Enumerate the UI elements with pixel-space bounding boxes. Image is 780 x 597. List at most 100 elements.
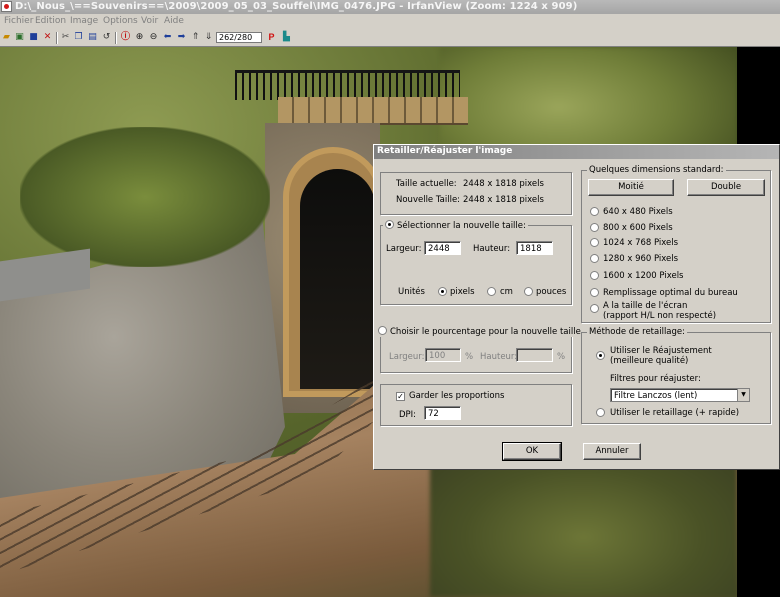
dpi-input[interactable]: 72 <box>424 406 461 420</box>
unit-cm-radio[interactable] <box>487 287 496 296</box>
resize-method-title: Méthode de retaillage: <box>587 327 687 337</box>
current-size-label: Taille actuelle: <box>396 179 457 189</box>
width-input[interactable]: 2448 <box>424 241 461 255</box>
toolbar-separator <box>115 32 117 44</box>
dialog-title: Retailler/Réajuster l'image <box>377 146 513 156</box>
size-640-radio[interactable] <box>590 207 599 216</box>
size-1024-label: 1024 x 768 Pixels <box>603 238 679 248</box>
save-icon[interactable]: ■ <box>28 32 39 43</box>
height-input[interactable]: 1818 <box>516 241 553 255</box>
bridge-fence <box>235 70 460 100</box>
unit-cm-label: cm <box>500 287 513 297</box>
percent-height-unit: % <box>557 352 566 362</box>
grass-top-left <box>20 127 270 267</box>
percent-group: Choisir le pourcentage pour la nouvelle … <box>376 326 583 373</box>
percent-height-label: Hauteur: <box>480 352 518 362</box>
undo-icon[interactable]: ↺ <box>101 32 112 43</box>
slideshow-icon[interactable]: ▣ <box>14 32 25 43</box>
dialog-title-bar[interactable]: Retailler/Réajuster l'image <box>374 145 779 159</box>
percent-width-unit: % <box>465 352 474 362</box>
standard-sizes-title: Quelques dimensions standard: <box>587 165 726 175</box>
keep-proportions-label: Garder les proportions <box>409 391 505 401</box>
resize-fast-label: Utiliser le retaillage (+ rapide) <box>610 408 740 418</box>
screen-fit-radio[interactable] <box>590 304 599 313</box>
window-title: D:\_Nous_\==Souvenirs==\2009\2009_05_03_… <box>15 1 578 12</box>
paint-icon[interactable]: P <box>266 32 277 43</box>
unit-pixels-label: pixels <box>450 287 475 297</box>
size-800-radio[interactable] <box>590 223 599 232</box>
percent-height-input[interactable] <box>516 348 553 362</box>
menu-image[interactable]: Image <box>70 16 98 26</box>
menu-edition[interactable]: Edition <box>35 16 66 26</box>
menu-aide[interactable]: Aide <box>164 16 184 26</box>
size-640-label: 640 x 480 Pixels <box>603 207 673 217</box>
filter-label: Filtres pour réajuster: <box>610 374 701 384</box>
new-size-label: Nouvelle Taille: <box>396 195 461 205</box>
page-counter[interactable]: 262/280 <box>216 32 262 43</box>
irfanview-app-icon[interactable] <box>1 1 12 12</box>
size-1600-label: 1600 x 1200 Pixels <box>603 271 684 281</box>
open-icon[interactable]: ▰ <box>1 32 12 43</box>
copy-icon[interactable]: ❐ <box>73 32 84 43</box>
menu-options[interactable]: Options <box>103 16 138 26</box>
size-1280-label: 1280 x 960 Pixels <box>603 254 679 264</box>
zoom-out-icon[interactable]: ⊖ <box>148 32 159 43</box>
menu-bar: Fichier Edition Image Options Voir Aide <box>0 14 780 30</box>
units-label: Unités <box>398 287 425 297</box>
last-icon[interactable]: ⇓ <box>203 32 214 43</box>
size-1024-radio[interactable] <box>590 238 599 247</box>
percent-width-label: Largeur: <box>389 352 425 362</box>
delete-icon[interactable]: ✕ <box>42 32 53 43</box>
width-label: Largeur: <box>386 244 422 254</box>
filter-select[interactable]: Filtre Lanczos (lent) ▼ <box>610 388 750 402</box>
percent-option[interactable]: Choisir le pourcentage pour la nouvelle … <box>376 326 583 337</box>
menu-voir[interactable]: Voir <box>141 16 158 26</box>
resize-method-group: Méthode de retaillage: Utiliser le Réaju… <box>581 327 771 424</box>
resample-radio[interactable] <box>596 351 605 360</box>
menu-fichier[interactable]: Fichier <box>4 16 33 26</box>
cut-icon[interactable]: ✂ <box>60 32 71 43</box>
keep-proportions-checkbox[interactable]: ✓ <box>396 392 405 401</box>
unit-inches-radio[interactable] <box>524 287 533 296</box>
previous-icon[interactable]: ⬅ <box>162 32 173 43</box>
size-1280-radio[interactable] <box>590 254 599 263</box>
ok-button[interactable]: OK <box>502 442 562 461</box>
unit-inches-label: pouces <box>536 287 567 297</box>
zoom-in-icon[interactable]: ⊕ <box>134 32 145 43</box>
unit-pixels-radio[interactable] <box>438 287 447 296</box>
toolbar-separator <box>56 32 58 44</box>
title-bar: D:\_Nous_\==Souvenirs==\2009\2009_05_03_… <box>0 0 780 14</box>
first-icon[interactable]: ⇑ <box>190 32 201 43</box>
half-button[interactable]: Moitié <box>588 179 674 196</box>
desktop-fit-radio[interactable] <box>590 288 599 297</box>
cancel-button[interactable]: Annuler <box>583 443 641 460</box>
double-button[interactable]: Double <box>687 179 765 196</box>
settings-icon[interactable]: ▙ <box>281 32 292 43</box>
standard-sizes-group: Quelques dimensions standard: Moitié Dou… <box>581 165 771 323</box>
new-size-radio[interactable] <box>385 220 394 229</box>
percent-radio[interactable] <box>378 326 387 335</box>
chevron-down-icon[interactable]: ▼ <box>737 389 749 401</box>
paste-icon[interactable]: ▤ <box>87 32 98 43</box>
height-label: Hauteur: <box>473 244 511 254</box>
resample-label-line2: (meilleure qualité) <box>610 356 689 366</box>
new-size-option[interactable]: Sélectionner la nouvelle taille: <box>383 220 528 231</box>
new-size-group: Sélectionner la nouvelle taille: Largeur… <box>380 220 572 305</box>
tunnel-mouth <box>300 169 375 389</box>
screen-fit-label-line1: A la taille de l'écran <box>603 301 688 311</box>
percent-width-input[interactable]: 100 <box>425 348 461 362</box>
dpi-label: DPI: <box>399 410 417 420</box>
next-icon[interactable]: ➡ <box>176 32 187 43</box>
proportions-group: ✓ Garder les proportions DPI: 72 <box>380 384 572 426</box>
size-1600-radio[interactable] <box>590 271 599 280</box>
size-info-group: Taille actuelle: 2448 x 1818 pixels Nouv… <box>380 172 572 215</box>
info-icon[interactable]: ⓘ <box>120 32 131 43</box>
toolbar: ▰ ▣ ■ ✕ ✂ ❐ ▤ ↺ ⓘ ⊕ ⊖ ⬅ ➡ ⇑ ⇓ 262/280 P … <box>0 30 780 47</box>
resample-label-line1: Utiliser le Réajustement <box>610 346 712 356</box>
size-800-label: 800 x 600 Pixels <box>603 223 673 233</box>
screen-fit-label-line2: (rapport H/L non respecté) <box>603 311 717 321</box>
resize-dialog: Retailler/Réajuster l'image Taille actue… <box>373 144 780 470</box>
resize-fast-radio[interactable] <box>596 408 605 417</box>
desktop-fit-label: Remplissage optimal du bureau <box>603 288 738 298</box>
bridge-parapet <box>278 97 468 125</box>
